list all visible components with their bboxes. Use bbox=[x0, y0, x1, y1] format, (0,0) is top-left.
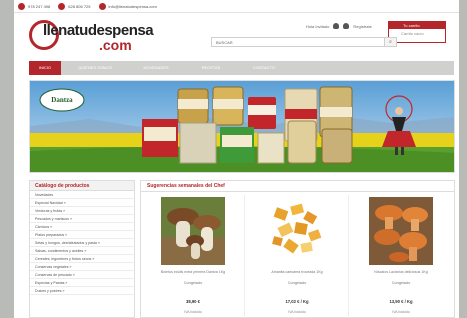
search-box: BUSCAR ⌕ bbox=[211, 37, 397, 47]
product-card[interactable]: Boletus edulis extra primera Dantza 1Kg … bbox=[141, 195, 245, 318]
section-title: Sugerencias semanales del Chef bbox=[141, 181, 454, 192]
user-bar: Hola Invitado Regístrate bbox=[306, 23, 372, 29]
register-link[interactable]: Regístrate bbox=[353, 24, 371, 29]
phone-2-text: 628 806 725 bbox=[68, 3, 91, 9]
page: 978 247 498 628 806 725 info@llenatudesp… bbox=[14, 0, 459, 318]
category-item[interactable]: Cárnicos » bbox=[30, 223, 134, 231]
category-sidebar: Catálogo de productos Novedades Especial… bbox=[29, 180, 135, 318]
product-image-boletus[interactable] bbox=[161, 197, 225, 265]
banner-image: Dantza bbox=[30, 81, 454, 172]
product-grid: Boletus edulis extra primera Dantza 1Kg … bbox=[141, 195, 454, 318]
phone-1[interactable]: 978 247 498 bbox=[18, 2, 51, 10]
category-item[interactable]: Pescados y mariscos » bbox=[30, 215, 134, 223]
product-name[interactable]: Amanita caesarea troceada 1Kg bbox=[249, 270, 345, 275]
product-tax-note: IVA incluido bbox=[184, 310, 202, 314]
category-item[interactable]: Setas y hongos, deshidratados y pasta » bbox=[30, 239, 134, 247]
mobile-icon bbox=[58, 2, 66, 10]
product-tax-note: IVA incluido bbox=[288, 310, 306, 314]
category-item[interactable]: Verduras y frutas » bbox=[30, 207, 134, 215]
category-item[interactable]: Novedades bbox=[30, 191, 134, 199]
product-card[interactable]: Amanita caesarea troceada 1Kg Congelado … bbox=[245, 195, 349, 318]
users-icon[interactable] bbox=[343, 23, 350, 29]
site-logo[interactable]: llenatudespensa .com bbox=[29, 19, 159, 55]
product-price: 17,02 € / Kg bbox=[285, 299, 309, 304]
category-item[interactable]: Salsas, condimentos y aceites » bbox=[30, 247, 134, 255]
user-greeting[interactable]: Hola Invitado bbox=[306, 24, 329, 29]
product-name[interactable]: Níscalos Lactarius deliciosus 1Kg bbox=[353, 270, 449, 275]
sidebar-title: Catálogo de productos bbox=[30, 181, 134, 191]
nav-quienes-somos[interactable]: QUIÉNES SOMOS bbox=[67, 61, 123, 75]
product-tax-note: IVA incluido bbox=[392, 310, 410, 314]
email-text: info@llenatudespensa.com bbox=[108, 3, 157, 9]
banner-brand: Dantza bbox=[51, 96, 73, 104]
product-type: Congelado bbox=[183, 281, 203, 285]
category-item[interactable]: Conservas vegetales » bbox=[30, 263, 134, 271]
product-card[interactable]: Níscalos Lactarius deliciosus 1Kg Congel… bbox=[349, 195, 453, 318]
nav-novedades[interactable]: NOVEDADES bbox=[129, 61, 183, 75]
user-icon[interactable] bbox=[333, 23, 340, 29]
hero-banner[interactable]: Dantza bbox=[29, 80, 455, 173]
search-input[interactable]: BUSCAR bbox=[216, 40, 233, 45]
search-icon: ⌕ bbox=[389, 39, 392, 45]
search-button[interactable]: ⌕ bbox=[384, 38, 396, 46]
product-image-amanita[interactable] bbox=[265, 197, 329, 265]
cart-title: Tu carrito bbox=[389, 22, 445, 29]
chef-suggestions: Sugerencias semanales del Chef Boletus e… bbox=[140, 180, 455, 318]
category-item[interactable]: Dulces y postres » bbox=[30, 287, 134, 295]
cart-status: Carrito vacío bbox=[401, 31, 424, 36]
category-item[interactable]: Platos preparados » bbox=[30, 231, 134, 239]
product-type: Congelado bbox=[391, 281, 411, 285]
main-nav: INICIO QUIÉNES SOMOS NOVEDADES RECETAS C… bbox=[29, 61, 454, 75]
top-info-bar: 978 247 498 628 806 725 info@llenatudesp… bbox=[14, 0, 459, 13]
nav-recetas[interactable]: RECETAS bbox=[189, 61, 233, 75]
phone-2[interactable]: 628 806 725 bbox=[58, 2, 91, 10]
product-name[interactable]: Boletus edulis extra primera Dantza 1Kg bbox=[145, 270, 241, 275]
phone-1-text: 978 247 498 bbox=[28, 3, 51, 9]
logo-domain: .com bbox=[99, 37, 132, 53]
product-price: 13,90 € / Kg bbox=[389, 299, 413, 304]
phone-icon bbox=[18, 2, 25, 10]
category-item[interactable]: Conservas de pescado » bbox=[30, 271, 134, 279]
email-link[interactable]: info@llenatudespensa.com bbox=[98, 2, 157, 10]
product-type: Congelado bbox=[287, 281, 307, 285]
category-item[interactable]: Especias y Pastas » bbox=[30, 279, 134, 287]
nav-inicio[interactable]: INICIO bbox=[29, 61, 61, 75]
category-item[interactable]: Especial Navidad » bbox=[30, 199, 134, 207]
nav-contacto[interactable]: CONTACTO bbox=[239, 61, 289, 75]
product-price: 38,90 € bbox=[186, 299, 200, 304]
product-image-niscalos[interactable] bbox=[369, 197, 433, 265]
category-item[interactable]: Cereales, legumbres y frutos secos » bbox=[30, 255, 134, 263]
mail-icon bbox=[98, 2, 106, 10]
